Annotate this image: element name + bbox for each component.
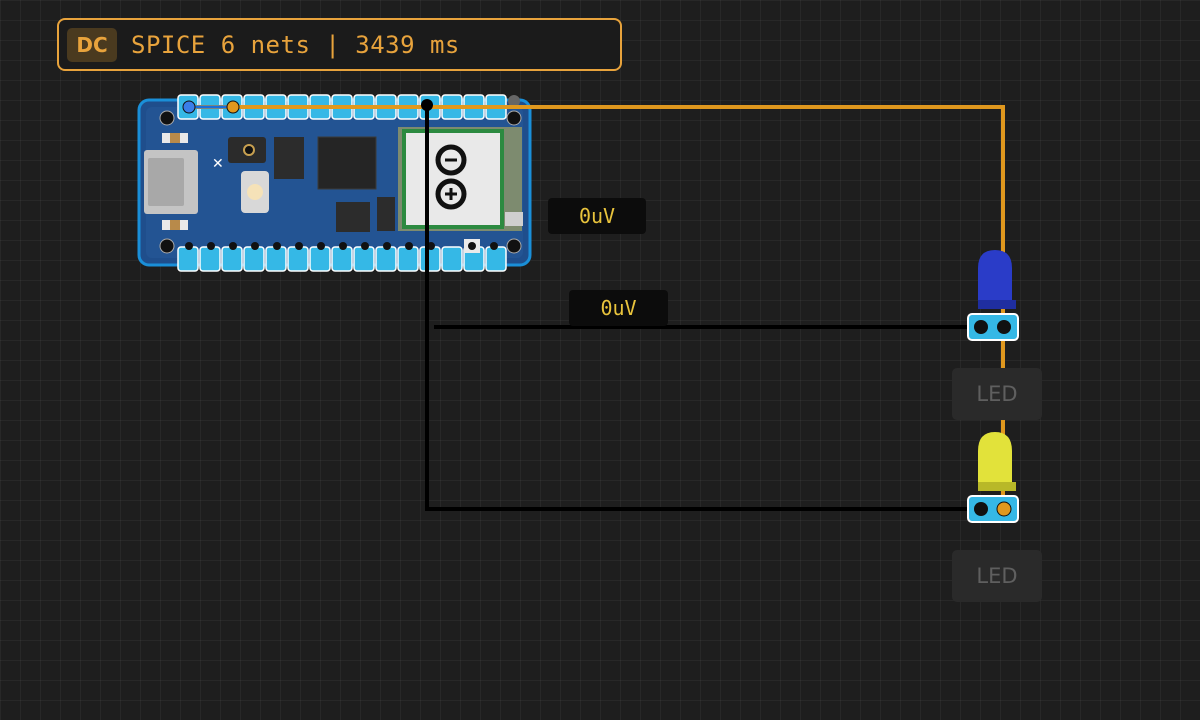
- usb-connector-inner: [148, 158, 184, 206]
- pin-hole: [229, 242, 237, 250]
- header-pin[interactable]: [375, 246, 397, 272]
- header-pin[interactable]: [441, 246, 463, 272]
- pin-hole: [295, 242, 303, 250]
- button-dot: [243, 144, 255, 156]
- smd-pad-center: [170, 133, 180, 143]
- led-body: [978, 250, 1012, 301]
- led-base: [978, 300, 1016, 309]
- wire-endpoint[interactable]: [226, 100, 240, 114]
- voltage-probe-label[interactable]: 0uV: [548, 198, 646, 234]
- simulation-status-banner: DC SPICE 6 nets | 3439 ms: [57, 18, 622, 71]
- header-pin[interactable]: [485, 246, 507, 272]
- wire-endpoint[interactable]: [182, 100, 196, 114]
- reset-button-cap: [247, 184, 263, 200]
- pin-hole: [273, 242, 281, 250]
- mcu-chip: [317, 136, 377, 190]
- small-chip: [377, 197, 395, 231]
- header-pin[interactable]: [243, 246, 265, 272]
- pin-hole: [490, 242, 498, 250]
- led-body: [978, 432, 1012, 483]
- header-pin[interactable]: [265, 246, 287, 272]
- regulator-chip: [274, 137, 304, 179]
- header-pin[interactable]: [331, 246, 353, 272]
- led-pin-anode[interactable]: [996, 501, 1012, 517]
- led-label[interactable]: LED: [952, 550, 1042, 602]
- pin-hole: [251, 242, 259, 250]
- header-pin[interactable]: [353, 246, 375, 272]
- pin-hole: [185, 242, 193, 250]
- led-pin-anode[interactable]: [997, 320, 1011, 334]
- circuit-canvas[interactable]: ✕ DC SPICE 6 nets | 3439 ms 0uV 0uV LED …: [0, 0, 1200, 720]
- blue-led[interactable]: [967, 250, 1019, 341]
- mode-badge[interactable]: DC: [67, 27, 117, 62]
- mounting-hole: [159, 238, 175, 254]
- mounting-hole: [506, 238, 522, 254]
- mounting-hole: [506, 110, 522, 126]
- header-pin[interactable]: [177, 246, 199, 272]
- header-pin[interactable]: [309, 246, 331, 272]
- wifi-antenna: [505, 212, 523, 226]
- led-pin-cathode[interactable]: [974, 320, 988, 334]
- pin-hole: [317, 242, 325, 250]
- schematic-layer: ✕: [137, 94, 1019, 523]
- small-chip: [336, 202, 370, 232]
- header-pin[interactable]: [419, 246, 441, 272]
- led-label[interactable]: LED: [952, 368, 1042, 420]
- bottom-pin-header: [177, 246, 507, 272]
- pin-hole: [405, 242, 413, 250]
- header-pin[interactable]: [199, 246, 221, 272]
- wire-endpoint[interactable]: [421, 99, 433, 111]
- header-pin[interactable]: [221, 246, 243, 272]
- led-pin-cathode[interactable]: [974, 502, 988, 516]
- mounting-hole: [159, 110, 175, 126]
- yellow-led[interactable]: [967, 432, 1019, 523]
- header-pin[interactable]: [397, 246, 419, 272]
- voltage-probe-label[interactable]: 0uV: [569, 290, 668, 326]
- pin-hole: [383, 242, 391, 250]
- pin-hole: [207, 242, 215, 250]
- header-pin[interactable]: [287, 246, 309, 272]
- pin-hole: [339, 242, 347, 250]
- board-marker-x: ✕: [212, 156, 224, 172]
- simulation-summary: SPICE 6 nets | 3439 ms: [131, 30, 460, 59]
- arduino-board[interactable]: ✕: [137, 94, 532, 272]
- pin-hole: [468, 242, 476, 250]
- smd-pad-center: [170, 220, 180, 230]
- led-base: [978, 482, 1016, 491]
- pin-hole: [361, 242, 369, 250]
